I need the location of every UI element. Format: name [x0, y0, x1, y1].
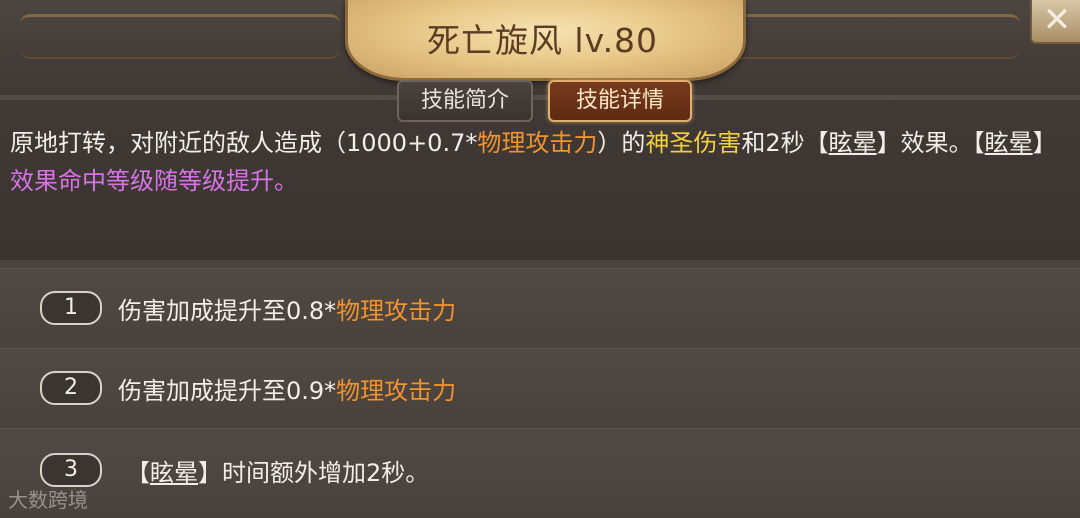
- tab-skill-detail[interactable]: 技能详情: [548, 80, 692, 122]
- desc-part: ）的: [597, 129, 646, 157]
- upgrade-row: 2 伤害加成提升至0.9*物理攻击力: [0, 348, 1080, 425]
- header-ornament-right: [700, 14, 1020, 59]
- tab-skill-intro[interactable]: 技能简介: [397, 80, 533, 122]
- upgrade-row: 3 【眩晕】时间额外增加2秒。: [0, 428, 1080, 518]
- upgrade-text: 【眩晕】时间额外增加2秒。: [126, 453, 429, 488]
- keyword-stun-link[interactable]: 眩晕: [829, 129, 877, 157]
- keyword-stun-link[interactable]: 眩晕: [985, 129, 1033, 157]
- upgrade-number-badge: 2: [40, 371, 102, 405]
- upgrade-text: 伤害加成提升至0.9*物理攻击力: [118, 371, 456, 406]
- close-button[interactable]: ✕: [1030, 0, 1080, 44]
- upgrade-desc: 【: [126, 459, 150, 487]
- desc-part: 】: [1032, 129, 1057, 157]
- upgrade-number-badge: 3: [40, 453, 102, 487]
- desc-part: 原地打转，对附近的敌人造成（1000+0.7*: [10, 129, 478, 157]
- keyword-physical-attack: 物理攻击力: [336, 297, 457, 325]
- keyword-physical-attack: 物理攻击力: [336, 377, 457, 405]
- desc-part: 】效果。【: [876, 129, 985, 157]
- upgrade-row: 1 伤害加成提升至0.8*物理攻击力: [0, 268, 1080, 345]
- upgrade-desc: 伤害加成提升至0.9*: [118, 377, 337, 405]
- upgrade-desc: 伤害加成提升至0.8*: [118, 297, 337, 325]
- desc-part: 和2秒【: [741, 129, 829, 157]
- upgrade-number-badge: 1: [40, 291, 102, 325]
- keyword-stun-link[interactable]: 眩晕: [150, 459, 198, 487]
- skill-detail-panel: 死亡旋风 lv.80 ✕ 技能简介 技能详情 原地打转，对附近的敌人造成（100…: [0, 0, 1080, 518]
- header-ornament-left: [20, 14, 340, 59]
- keyword-hit-level: 效果命中等级随等级提升。: [10, 167, 298, 195]
- watermark: 大数跨境: [8, 488, 88, 512]
- upgrade-text: 伤害加成提升至0.8*物理攻击力: [118, 291, 456, 326]
- skill-description: 原地打转，对附近的敌人造成（1000+0.7*物理攻击力）的神圣伤害和2秒【眩晕…: [10, 124, 1070, 200]
- keyword-holy-damage: 神圣伤害: [645, 129, 742, 157]
- skill-title: 死亡旋风 lv.80: [426, 21, 659, 60]
- keyword-physical-attack: 物理攻击力: [477, 129, 598, 157]
- upgrade-desc: 】时间额外增加2秒。: [198, 459, 430, 487]
